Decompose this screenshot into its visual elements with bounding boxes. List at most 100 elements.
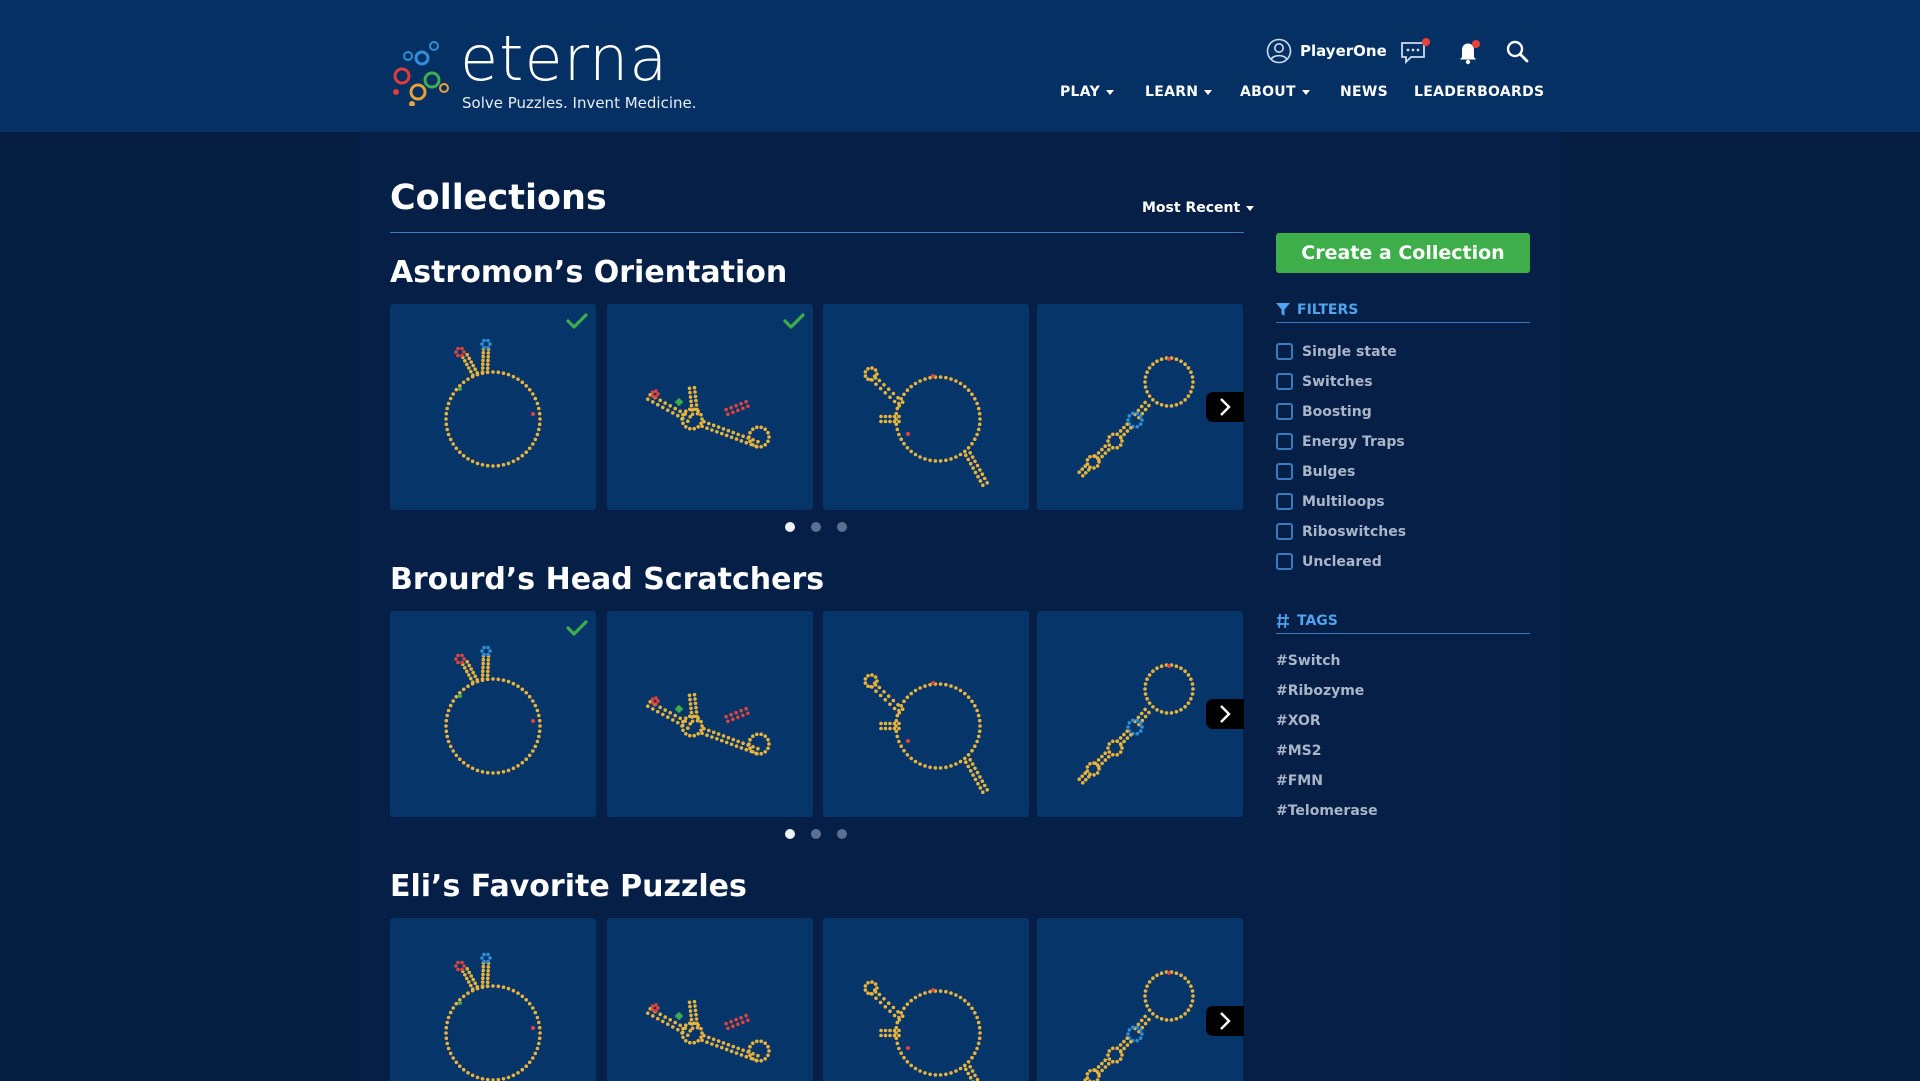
puzzle-card[interactable] bbox=[823, 918, 1029, 1081]
puzzle-card[interactable] bbox=[823, 304, 1029, 510]
carousel-page-dot[interactable] bbox=[785, 829, 795, 839]
carousel-page-dot[interactable] bbox=[837, 829, 847, 839]
filter-checkbox[interactable] bbox=[1276, 403, 1293, 420]
filter-checkbox[interactable] bbox=[1276, 463, 1293, 480]
filter-option[interactable]: Energy Traps bbox=[1276, 433, 1405, 450]
eterna-logo-mark-icon bbox=[393, 41, 449, 106]
carousel-page-dot[interactable] bbox=[785, 522, 795, 532]
carousel-next-button[interactable] bbox=[1206, 392, 1244, 422]
filter-label: Uncleared bbox=[1302, 553, 1382, 570]
search-icon bbox=[1506, 40, 1529, 63]
nav-learn-label: LEARN bbox=[1145, 84, 1199, 100]
search-button[interactable] bbox=[1504, 38, 1532, 66]
chevron-right-icon bbox=[1220, 1012, 1231, 1030]
filter-label: Energy Traps bbox=[1302, 433, 1405, 450]
rna-structure-icon bbox=[444, 338, 542, 468]
nav-leaderboards-label: LEADERBOARDS bbox=[1414, 84, 1545, 100]
filter-option[interactable]: Boosting bbox=[1276, 403, 1372, 420]
collection-title[interactable]: Astromon’s Orientation bbox=[390, 255, 787, 290]
chevron-right-icon bbox=[1220, 705, 1231, 723]
filter-label: Bulges bbox=[1302, 463, 1356, 480]
collection-title[interactable]: Brourd’s Head Scratchers bbox=[390, 562, 824, 597]
sort-dropdown[interactable]: Most Recent bbox=[1142, 200, 1255, 216]
carousel-next-button[interactable] bbox=[1206, 1006, 1244, 1036]
filter-option[interactable]: Single state bbox=[1276, 343, 1397, 360]
nav-learn[interactable]: LEARN bbox=[1145, 84, 1213, 100]
rna-structure-icon bbox=[863, 366, 989, 487]
user-icon bbox=[1266, 38, 1292, 64]
chevron-down-icon bbox=[1301, 89, 1310, 95]
rna-structure-icon bbox=[863, 980, 982, 1081]
filters-heading: FILTERS bbox=[1276, 297, 1530, 323]
page-title: Collections bbox=[390, 178, 607, 218]
chevron-down-icon bbox=[1204, 89, 1213, 95]
user-menu[interactable]: PlayerOne bbox=[1266, 38, 1387, 64]
filter-checkbox[interactable] bbox=[1276, 493, 1293, 510]
puzzle-card[interactable] bbox=[390, 304, 596, 510]
carousel-page-dot[interactable] bbox=[811, 829, 821, 839]
tag-link[interactable]: #XOR bbox=[1276, 713, 1321, 729]
nav-news-label: NEWS bbox=[1340, 84, 1389, 100]
rna-structure-icon bbox=[863, 673, 989, 794]
chevron-down-icon bbox=[1106, 89, 1115, 95]
filter-option[interactable]: Bulges bbox=[1276, 463, 1355, 480]
completed-check-icon bbox=[566, 313, 588, 329]
filter-checkbox[interactable] bbox=[1276, 433, 1293, 450]
puzzle-card[interactable] bbox=[823, 611, 1029, 817]
filter-option[interactable]: Switches bbox=[1276, 373, 1373, 390]
filter-label: Multiloops bbox=[1302, 493, 1385, 510]
filter-checkbox[interactable] bbox=[1276, 553, 1293, 570]
tags-heading: TAGS bbox=[1276, 608, 1530, 634]
site-header: eterna Solve Puzzles. Invent Medicine. P… bbox=[0, 0, 1920, 132]
carousel-page-dot[interactable] bbox=[811, 522, 821, 532]
collection-title[interactable]: Eli’s Favorite Puzzles bbox=[390, 869, 747, 904]
filters-heading-label: FILTERS bbox=[1297, 301, 1359, 318]
nav-play[interactable]: PLAY bbox=[1060, 84, 1115, 100]
create-collection-button[interactable]: Create a Collection bbox=[1276, 233, 1530, 273]
messages-unread-dot bbox=[1422, 38, 1430, 46]
filter-checkbox[interactable] bbox=[1276, 373, 1293, 390]
puzzle-card[interactable] bbox=[607, 304, 813, 510]
filter-checkbox[interactable] bbox=[1276, 523, 1293, 540]
puzzle-card[interactable] bbox=[1037, 918, 1243, 1081]
chevron-right-icon bbox=[1220, 398, 1231, 416]
tags-heading-label: TAGS bbox=[1297, 612, 1338, 629]
tag-link[interactable]: #Ribozyme bbox=[1276, 683, 1364, 699]
notifications-button[interactable] bbox=[1454, 38, 1482, 66]
logo-wordmark: eterna bbox=[460, 22, 669, 95]
carousel-next-button[interactable] bbox=[1206, 699, 1244, 729]
nav-leaderboards[interactable]: LEADERBOARDS bbox=[1414, 84, 1544, 100]
sort-label: Most Recent bbox=[1142, 200, 1241, 216]
messages-button[interactable] bbox=[1400, 38, 1430, 66]
puzzle-card[interactable] bbox=[607, 918, 813, 1081]
tag-link[interactable]: #FMN bbox=[1276, 773, 1323, 789]
tag-link[interactable]: #MS2 bbox=[1276, 743, 1322, 759]
rna-structure-icon bbox=[1083, 970, 1195, 1081]
nav-news[interactable]: NEWS bbox=[1340, 84, 1388, 100]
rna-structure-icon bbox=[646, 692, 771, 756]
puzzle-card[interactable] bbox=[390, 611, 596, 817]
completed-check-icon bbox=[783, 313, 805, 329]
filter-label: Boosting bbox=[1302, 403, 1372, 420]
hash-icon bbox=[1277, 613, 1289, 628]
carousel-page-dot[interactable] bbox=[837, 522, 847, 532]
notifications-unread-dot bbox=[1472, 40, 1480, 48]
title-divider bbox=[390, 232, 1244, 233]
nav-about[interactable]: ABOUT bbox=[1240, 84, 1310, 100]
filter-icon bbox=[1276, 302, 1290, 316]
tag-link[interactable]: #Telomerase bbox=[1276, 803, 1378, 819]
rna-structure-icon bbox=[646, 385, 771, 449]
filter-label: Single state bbox=[1302, 343, 1397, 360]
filter-option[interactable]: Riboswitches bbox=[1276, 523, 1406, 540]
rna-structure-icon bbox=[444, 645, 542, 775]
filter-checkbox[interactable] bbox=[1276, 343, 1293, 360]
tag-link[interactable]: #Switch bbox=[1276, 653, 1341, 669]
puzzle-card[interactable] bbox=[390, 918, 596, 1081]
rna-structure-icon bbox=[646, 999, 771, 1063]
filter-label: Riboswitches bbox=[1302, 523, 1407, 540]
eterna-logo[interactable]: eterna Solve Puzzles. Invent Medicine. bbox=[388, 22, 697, 116]
nav-about-label: ABOUT bbox=[1240, 84, 1296, 100]
filter-option[interactable]: Multiloops bbox=[1276, 493, 1385, 510]
filter-option[interactable]: Uncleared bbox=[1276, 553, 1382, 570]
puzzle-card[interactable] bbox=[607, 611, 813, 817]
